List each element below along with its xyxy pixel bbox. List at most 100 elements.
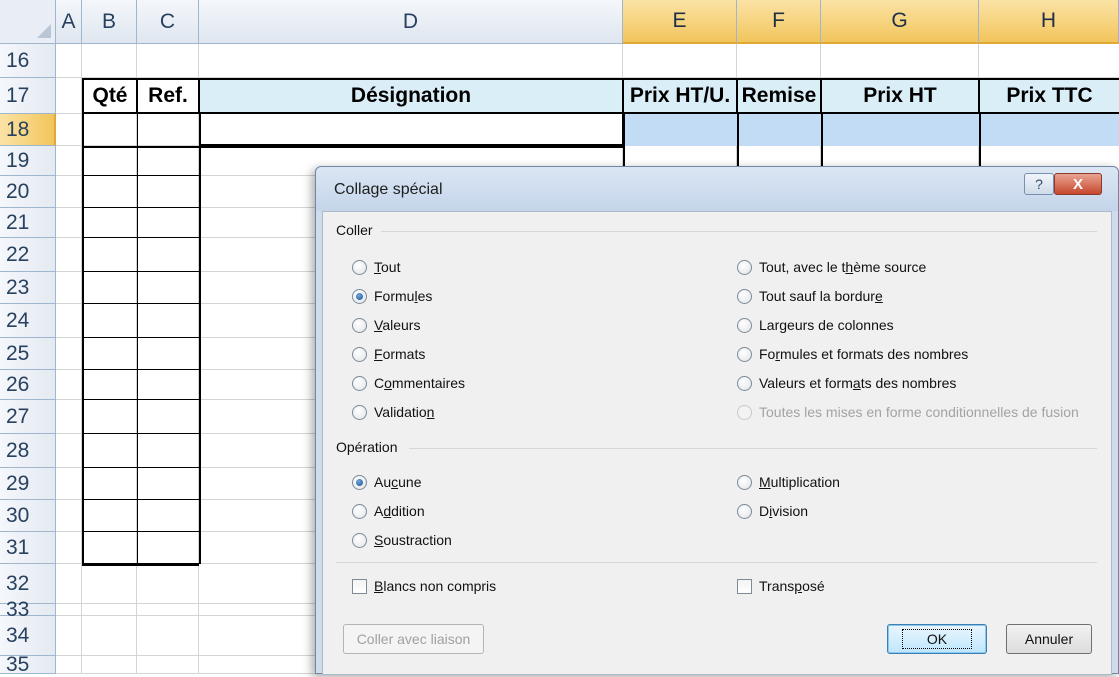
- radio-addition[interactable]: Addition: [352, 503, 425, 519]
- radio-button-icon[interactable]: [352, 503, 367, 519]
- row-header-27[interactable]: 27: [0, 400, 56, 434]
- radio-button-icon[interactable]: [352, 317, 367, 333]
- table-col-border-d: [623, 114, 625, 166]
- row-header-33[interactable]: 33: [0, 598, 56, 621]
- radio-button-icon: [737, 404, 752, 420]
- radio-multiplication[interactable]: Multiplication: [737, 474, 840, 490]
- row-header-26[interactable]: 26: [0, 370, 56, 400]
- row-header-35[interactable]: 35: [0, 653, 56, 676]
- radio-soustraction[interactable]: Soustraction: [352, 532, 452, 548]
- header-cell-prix-ht-u[interactable]: Prix HT/U.: [623, 78, 738, 114]
- blancs-non-compris-checkbox[interactable]: Blancs non compris: [352, 578, 496, 594]
- radio-button-icon[interactable]: [737, 503, 752, 519]
- radio-button-icon[interactable]: [737, 474, 752, 490]
- select-all-triangle-icon: [37, 24, 51, 38]
- header-cell-prix-ttc[interactable]: Prix TTC: [979, 78, 1119, 114]
- radio-button-icon[interactable]: [737, 375, 752, 391]
- column-header-e[interactable]: E: [623, 0, 737, 44]
- radio-commentaires[interactable]: Commentaires: [352, 375, 465, 391]
- radio-button-icon[interactable]: [737, 317, 752, 333]
- radio-button-icon[interactable]: [352, 346, 367, 362]
- table-col-border-b: [137, 114, 138, 564]
- row-header-17[interactable]: 17: [0, 78, 56, 114]
- column-header-g[interactable]: G: [821, 0, 979, 44]
- radio-label: Soustraction: [374, 532, 452, 548]
- header-cell-remise[interactable]: Remise: [737, 78, 822, 114]
- radio-formats[interactable]: Formats: [352, 346, 425, 362]
- radio-formules[interactable]: Formules: [352, 288, 432, 304]
- row-header-18[interactable]: 18: [0, 114, 56, 146]
- radio-validation[interactable]: Validation: [352, 404, 434, 420]
- column-header-d[interactable]: D: [199, 0, 623, 44]
- radio-label: Largeurs de colonnes: [759, 317, 894, 333]
- radio-label: Formats: [374, 346, 426, 362]
- column-header-a[interactable]: A: [56, 0, 82, 44]
- radio-valeurs[interactable]: Valeurs: [352, 317, 420, 333]
- radio-button-icon[interactable]: [352, 259, 367, 275]
- row-header-30[interactable]: 30: [0, 500, 56, 532]
- paste-link-button[interactable]: Coller avec liaison: [343, 624, 484, 654]
- radio-tout-avec-le-th-me-source[interactable]: Tout, avec le thème source: [737, 259, 926, 275]
- radio-button-icon[interactable]: [737, 288, 752, 304]
- radio-button-icon[interactable]: [352, 532, 367, 548]
- table-row-border: [82, 531, 200, 532]
- radio-label: Multiplication: [759, 474, 840, 490]
- row-header-31[interactable]: 31: [0, 532, 56, 564]
- row-header-22[interactable]: 22: [0, 238, 56, 272]
- table-row-border: [82, 175, 200, 176]
- row-header-24[interactable]: 24: [0, 304, 56, 338]
- header-cell-prix-ht[interactable]: Prix HT: [821, 78, 980, 114]
- row-header-25[interactable]: 25: [0, 338, 56, 370]
- radio-button-icon[interactable]: [737, 346, 752, 362]
- row-header-16[interactable]: 16: [0, 44, 56, 78]
- radio-tout[interactable]: Tout: [352, 259, 400, 275]
- close-button[interactable]: X: [1054, 173, 1102, 195]
- checkbox-box[interactable]: [737, 578, 752, 594]
- paste-special-dialog: Collage spécial ? X Coller Tout Formules V…: [315, 166, 1119, 675]
- column-header-h[interactable]: H: [979, 0, 1119, 44]
- table-row-border: [82, 433, 200, 434]
- row-header-20[interactable]: 20: [0, 176, 56, 208]
- column-header-c[interactable]: C: [137, 0, 199, 44]
- select-all-corner[interactable]: [0, 0, 56, 44]
- radio-label: Tout sauf la bordure: [759, 288, 883, 304]
- radio-aucune[interactable]: Aucune: [352, 474, 421, 490]
- row-header-21[interactable]: 21: [0, 208, 56, 238]
- header-cell-ref[interactable]: Ref.: [137, 78, 200, 114]
- checkbox-box[interactable]: [352, 578, 367, 594]
- table-row-border: [82, 499, 200, 500]
- cell-d18[interactable]: [199, 114, 624, 146]
- radio-label: Tout, avec le thème source: [759, 259, 927, 275]
- radio-label: Validation: [374, 404, 435, 420]
- transpose-checkbox[interactable]: Transposé: [737, 578, 825, 594]
- row-header-19[interactable]: 19: [0, 146, 56, 176]
- radio-label: Formules et formats des nombres: [759, 346, 969, 362]
- help-button[interactable]: ?: [1024, 173, 1054, 195]
- selected-range-row-18[interactable]: [624, 114, 1119, 146]
- radio-label: Aucune: [374, 474, 422, 490]
- radio-button-icon[interactable]: [352, 288, 367, 304]
- radio-button-icon[interactable]: [352, 404, 367, 420]
- radio-button-icon[interactable]: [352, 375, 367, 391]
- row-header-28[interactable]: 28: [0, 434, 56, 468]
- ok-button[interactable]: OK: [887, 624, 987, 654]
- row-header-29[interactable]: 29: [0, 468, 56, 500]
- radio-button-icon[interactable]: [352, 474, 367, 490]
- radio-division[interactable]: Division: [737, 503, 808, 519]
- table-bottom-border: [82, 563, 199, 566]
- radio-formules-et-formats-des-nombres[interactable]: Formules et formats des nombres: [737, 346, 968, 362]
- header-cell-designation[interactable]: Désignation: [199, 78, 624, 114]
- row-header-23[interactable]: 23: [0, 272, 56, 304]
- table-row-border: [82, 399, 200, 400]
- dialog-titlebar[interactable]: Collage spécial ? X: [316, 167, 1118, 211]
- row-header-34[interactable]: 34: [0, 616, 56, 656]
- cancel-button[interactable]: Annuler: [1006, 624, 1092, 654]
- column-header-f[interactable]: F: [737, 0, 821, 44]
- radio-tout-sauf-la-bordure[interactable]: Tout sauf la bordure: [737, 288, 883, 304]
- radio-valeurs-et-formats-des-nombres[interactable]: Valeurs et formats des nombres: [737, 375, 956, 391]
- column-header-b[interactable]: B: [82, 0, 137, 44]
- table-left-border: [82, 114, 84, 564]
- header-cell-qte[interactable]: Qté: [82, 78, 138, 114]
- radio-largeurs-de-colonnes[interactable]: Largeurs de colonnes: [737, 317, 894, 333]
- radio-button-icon[interactable]: [737, 259, 752, 275]
